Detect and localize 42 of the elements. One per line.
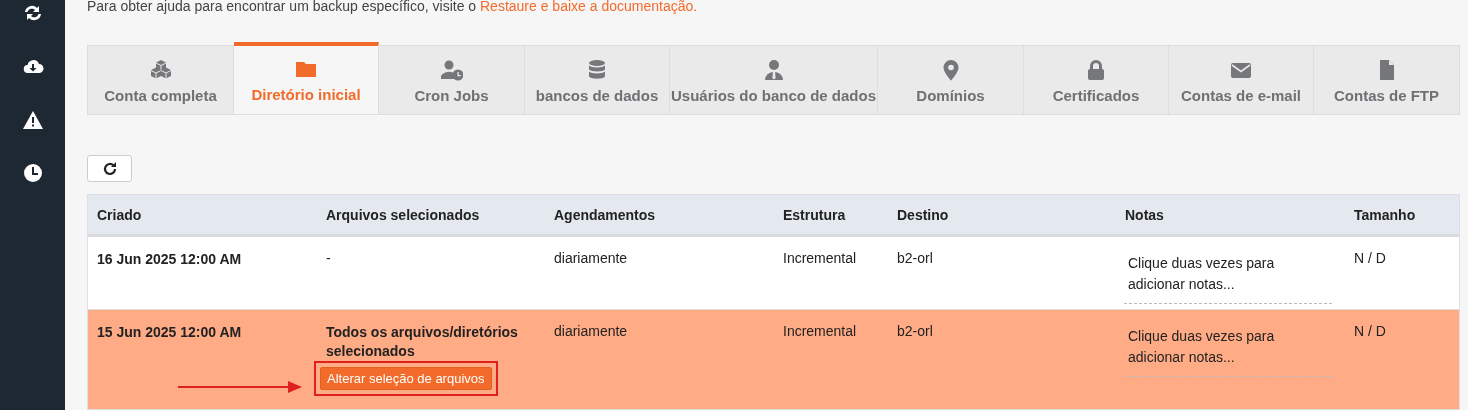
help-text: Para obter ajuda para encontrar um backup específico, visite o Restaure e baixe a documentação. [87,0,698,15]
tab[interactable]: Contas de e-mail [1169,46,1314,114]
schedule-text: diariamente [554,323,628,339]
user-clock-icon [440,59,463,81]
tab[interactable]: Diretório inicial [234,42,379,114]
tab[interactable]: Usuários do banco de dados [670,46,878,114]
tab[interactable]: Certificados [1024,46,1169,114]
destination-text: b2-orl [897,250,933,266]
structure-text: Incremental [783,323,857,339]
column-header: Agendamentos [553,206,657,223]
refresh-button[interactable] [87,155,132,182]
tab[interactable]: Contas de FTP [1314,46,1459,114]
column-header: Estrutura [782,206,847,223]
column-header: Arquivos selecionados [325,206,481,223]
destination-text: b2-orl [897,323,933,339]
schedule-text: diariamente [554,250,628,266]
refresh-icon [101,160,118,177]
lock-icon [1085,59,1107,81]
column-header: Notas [1124,206,1165,223]
selected-files: Todos os arquivos/diretórios selecionados [326,324,518,359]
selected-files: - [326,250,331,266]
column-header: Destino [896,206,950,223]
documentation-link[interactable]: Restaure e baixe a documentação. [480,0,698,14]
warning-icon[interactable] [21,109,44,131]
size-text: N / D [1354,323,1386,339]
notes-field[interactable]: Clique duas vezes para adicionar notas... [1124,326,1332,377]
cubes-icon [149,59,172,81]
created-date: 15 Jun 2025 12:00 AM [97,324,242,340]
size-text: N / D [1354,250,1386,266]
clock-icon[interactable] [21,162,44,184]
column-header: Tamanho [1353,206,1417,223]
created-date: 16 Jun 2025 12:00 AM [97,251,242,267]
structure-text: Incremental [783,250,857,266]
table-row[interactable]: 15 Jun 2025 12:00 AM Todos os arquivos/diretórios selecionados Alterar seleção de arquivos diariamente Incremental b2-orl Clique duas vezes para adicionar notas... N / D [88,310,1459,410]
tab[interactable]: Cron Jobs [379,46,525,114]
database-icon [586,59,608,81]
tab[interactable]: bancos de dados [525,46,670,114]
tab[interactable]: Domínios [878,46,1024,114]
user-icon [762,59,785,81]
notes-field[interactable]: Clique duas vezes para adicionar notas... [1124,253,1332,304]
column-header: Criado [96,206,143,223]
change-selection-button[interactable]: Alterar seleção de arquivos [320,367,492,390]
